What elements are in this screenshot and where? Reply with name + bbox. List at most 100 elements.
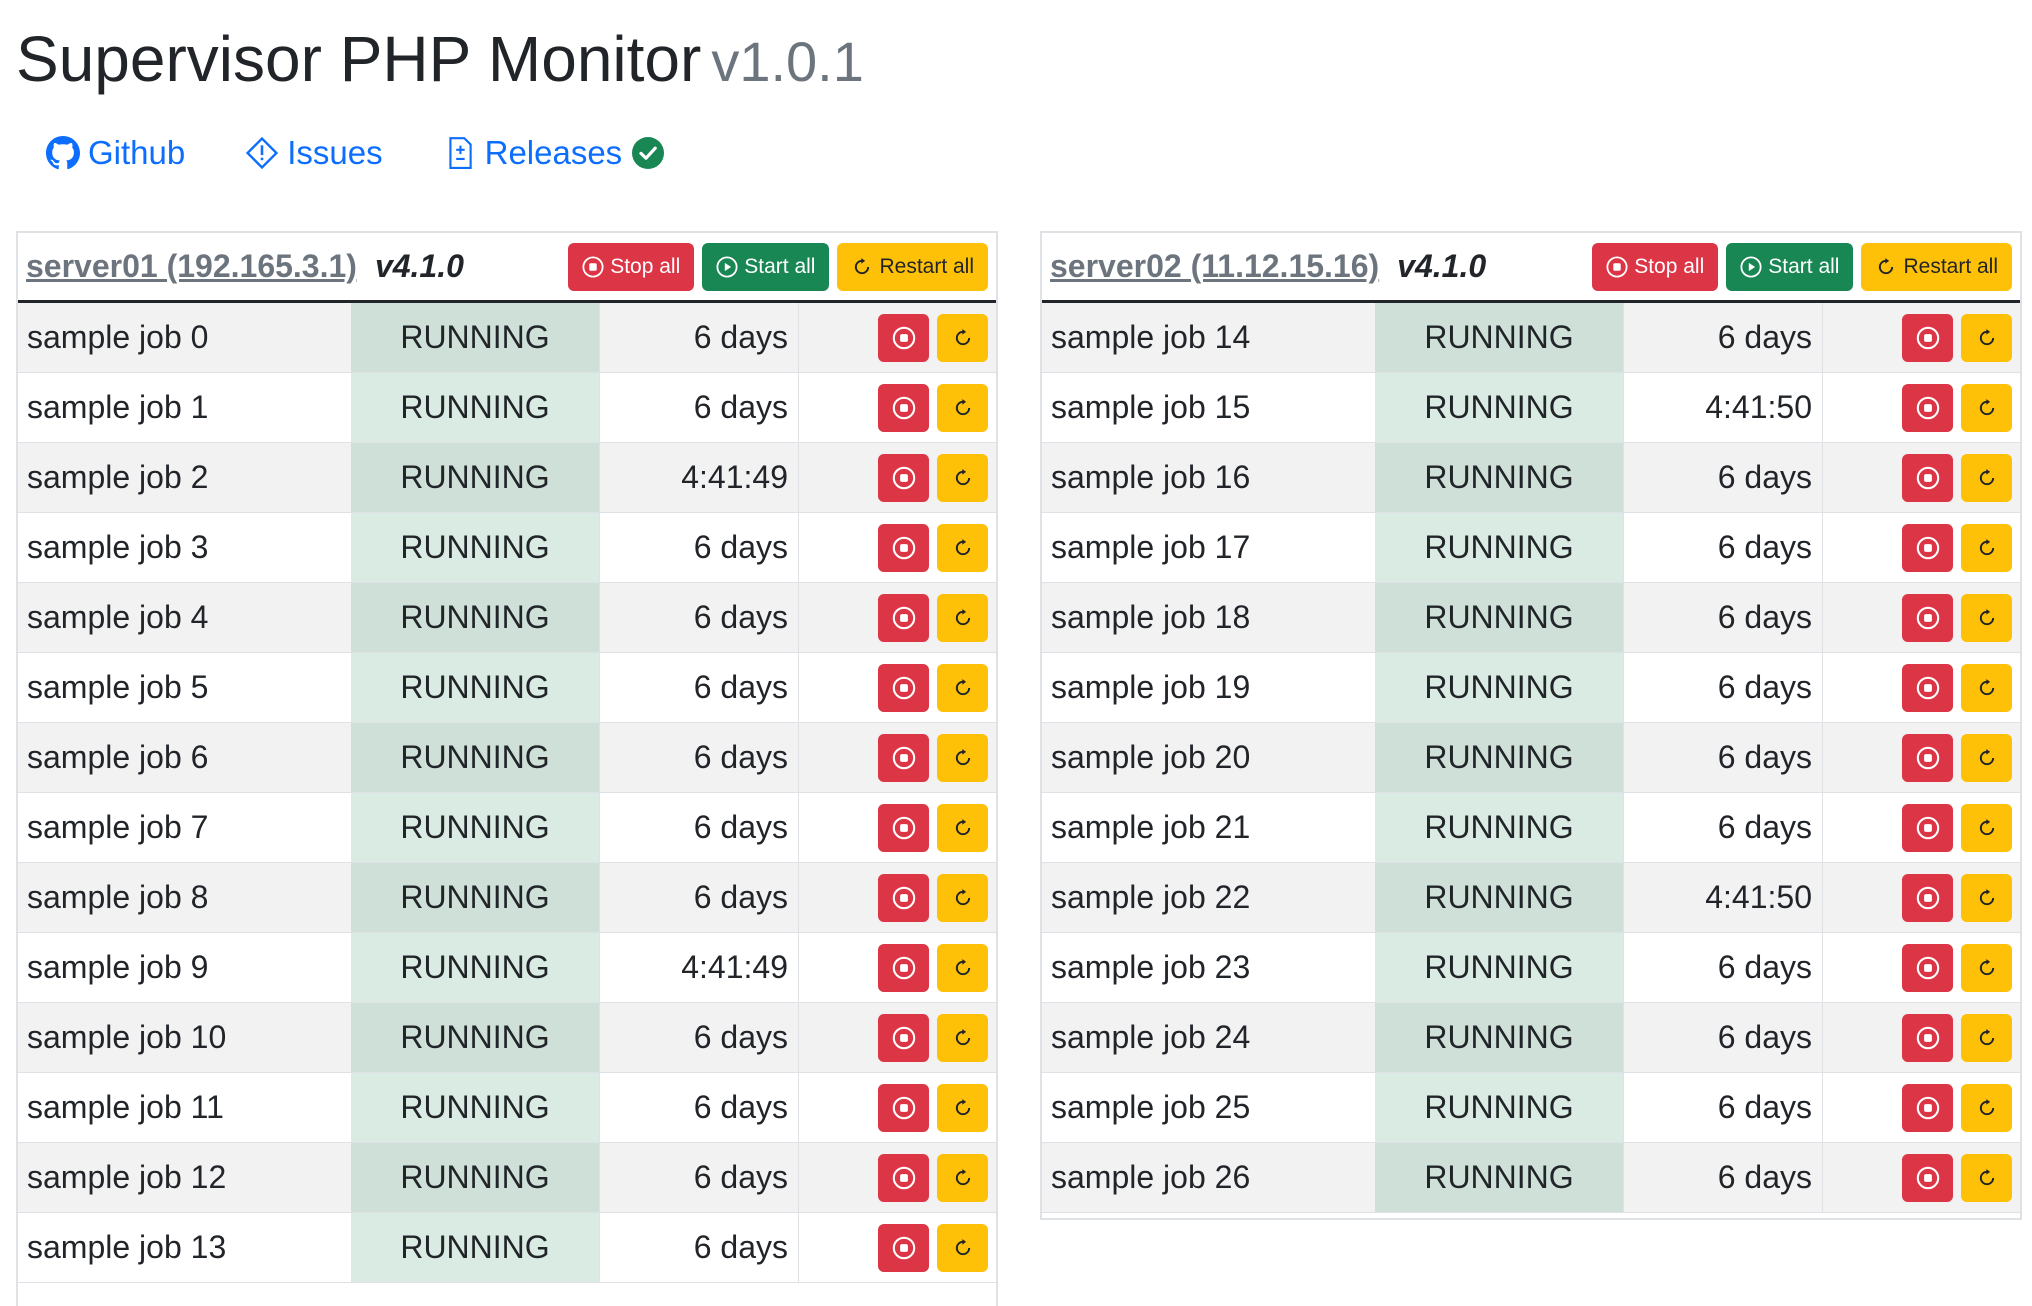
stop-job-button[interactable] [878, 873, 929, 922]
job-actions [799, 1013, 996, 1062]
stop-job-button[interactable] [878, 1153, 929, 1202]
table-row: sample job 25 RUNNING 6 days [1042, 1073, 2020, 1143]
stop-all-button[interactable]: Stop all [568, 242, 695, 291]
restart-job-button[interactable] [1961, 313, 2012, 362]
restart-all-button[interactable]: Restart all [837, 242, 988, 291]
stop-job-button[interactable] [878, 663, 929, 712]
job-state: RUNNING [1375, 1003, 1624, 1072]
start-all-button[interactable]: Start all [702, 242, 830, 291]
restart-job-button[interactable] [937, 593, 988, 642]
restart-icon [955, 468, 970, 485]
job-state: RUNNING [351, 723, 600, 792]
stop-job-button[interactable] [1902, 523, 1953, 572]
stop-job-button[interactable] [1902, 313, 1953, 362]
job-actions [1823, 453, 2020, 502]
stop-job-button[interactable] [878, 453, 929, 502]
github-link[interactable]: Github [46, 134, 185, 172]
job-actions [799, 523, 996, 572]
table-row: sample job 15 RUNNING 4:41:50 [1042, 373, 2020, 443]
restart-job-button[interactable] [937, 1083, 988, 1132]
restart-job-button[interactable] [937, 733, 988, 782]
restart-job-button[interactable] [1961, 523, 2012, 572]
stop-circle-icon [1916, 536, 1939, 559]
stop-job-button[interactable] [878, 313, 929, 362]
stop-job-button[interactable] [1902, 733, 1953, 782]
restart-job-button[interactable] [937, 663, 988, 712]
restart-job-button[interactable] [937, 523, 988, 572]
restart-job-button[interactable] [1961, 803, 2012, 852]
releases-link[interactable]: Releases [443, 134, 673, 172]
job-uptime: 6 days [1624, 793, 1823, 862]
restart-job-button[interactable] [937, 943, 988, 992]
job-uptime: 6 days [600, 793, 799, 862]
server-name-link[interactable]: server01 (192.165.3.1) [26, 248, 357, 285]
restart-job-button[interactable] [937, 453, 988, 502]
stop-job-button[interactable] [878, 523, 929, 572]
restart-job-button[interactable] [937, 803, 988, 852]
restart-job-button[interactable] [937, 873, 988, 922]
stop-all-button[interactable]: Stop all [1592, 242, 1719, 291]
stop-job-button[interactable] [878, 1083, 929, 1132]
restart-job-button[interactable] [1961, 873, 2012, 922]
restart-icon [1979, 468, 1994, 485]
job-uptime: 6 days [600, 303, 799, 372]
issues-link[interactable]: Issues [245, 134, 383, 172]
job-uptime: 6 days [600, 373, 799, 442]
restart-job-button[interactable] [1961, 1083, 2012, 1132]
restart-job-button[interactable] [1961, 383, 2012, 432]
stop-job-button[interactable] [878, 383, 929, 432]
stop-job-button[interactable] [1902, 1153, 1953, 1202]
stop-job-button[interactable] [1902, 943, 1953, 992]
job-state: RUNNING [351, 1213, 600, 1282]
stop-job-button[interactable] [1902, 663, 1953, 712]
stop-job-button[interactable] [1902, 803, 1953, 852]
restart-job-button[interactable] [937, 1013, 988, 1062]
stop-job-button[interactable] [1902, 453, 1953, 502]
job-name: sample job 10 [27, 1019, 227, 1055]
server-version: v4.1.0 [374, 248, 464, 284]
stop-job-button[interactable] [878, 593, 929, 642]
job-name: sample job 24 [1051, 1019, 1251, 1055]
job-actions [799, 313, 996, 362]
server-panel-1: server01 (192.165.3.1) v4.1.0 Stop all S… [16, 231, 998, 1306]
job-uptime: 4:41:49 [600, 443, 799, 512]
table-row: sample job 21 RUNNING 6 days [1042, 793, 2020, 863]
stop-circle-icon [892, 746, 915, 769]
restart-job-button[interactable] [1961, 943, 2012, 992]
table-row: sample job 5 RUNNING 6 days [18, 653, 996, 723]
job-name: sample job 20 [1051, 739, 1251, 775]
restart-job-button[interactable] [1961, 453, 2012, 502]
restart-all-button[interactable]: Restart all [1861, 242, 2012, 291]
stop-job-button[interactable] [878, 943, 929, 992]
table-row: sample job 11 RUNNING 6 days [18, 1073, 996, 1143]
restart-job-button[interactable] [1961, 1153, 2012, 1202]
job-state: RUNNING [351, 1003, 600, 1072]
server-name-link[interactable]: server02 (11.12.15.16) [1050, 248, 1379, 285]
stop-job-button[interactable] [1902, 383, 1953, 432]
stop-job-button[interactable] [878, 733, 929, 782]
restart-job-button[interactable] [937, 1153, 988, 1202]
page-title: Supervisor PHP Monitor v1.0.1 [16, 22, 864, 96]
restart-job-button[interactable] [1961, 733, 2012, 782]
restart-job-button[interactable] [937, 383, 988, 432]
stop-job-button[interactable] [1902, 1083, 1953, 1132]
restart-job-button[interactable] [1961, 1013, 2012, 1062]
stop-circle-icon [892, 396, 915, 419]
stop-circle-icon [582, 255, 604, 278]
restart-job-button[interactable] [1961, 593, 2012, 642]
stop-job-button[interactable] [1902, 593, 1953, 642]
restart-job-button[interactable] [937, 313, 988, 362]
stop-job-button[interactable] [878, 803, 929, 852]
restart-job-button[interactable] [937, 1223, 988, 1272]
stop-job-button[interactable] [878, 1223, 929, 1272]
stop-circle-icon [1916, 396, 1939, 419]
start-all-button[interactable]: Start all [1726, 242, 1854, 291]
stop-job-button[interactable] [878, 1013, 929, 1062]
stop-job-button[interactable] [1902, 1013, 1953, 1062]
stop-job-button[interactable] [1902, 873, 1953, 922]
job-actions [799, 453, 996, 502]
restart-job-button[interactable] [1961, 663, 2012, 712]
restart-icon [1979, 958, 1994, 975]
job-actions [1823, 1013, 2020, 1062]
restart-icon [955, 1098, 970, 1115]
